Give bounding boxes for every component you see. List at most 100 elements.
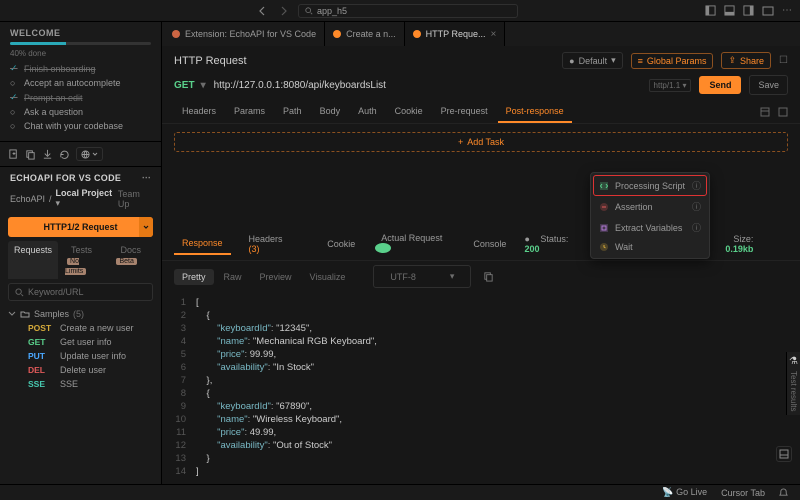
tab-docs[interactable]: Docs Beta [108, 241, 153, 279]
response-body[interactable]: 1[2 {3 "keyboardId": "12345",4 "name": "… [162, 292, 800, 482]
left-panel: WELCOME 40% done ✓Finish onboarding ○Acc… [0, 22, 162, 484]
folder-row[interactable]: Samples (5) [6, 307, 155, 321]
team-up-link[interactable]: Team Up [118, 189, 151, 209]
tab-requests[interactable]: Requests [8, 241, 58, 279]
welcome-item[interactable]: ○Accept an autocomplete [10, 76, 151, 90]
proto-select[interactable]: http/1.1 ▾ [649, 79, 692, 92]
more-icon[interactable]: ⋯ [782, 5, 792, 16]
global-params-button[interactable]: ≡ Global Params [631, 53, 714, 69]
nav-forward-icon[interactable] [278, 6, 288, 16]
nav-back-icon[interactable] [258, 6, 268, 16]
menu-processing-script[interactable]: Processing Scriptⓘ [593, 175, 707, 196]
tab-pre-request[interactable]: Pre-request [433, 101, 496, 123]
menu-extract-variables[interactable]: Extract Variablesⓘ [593, 217, 707, 238]
assert-icon [599, 202, 609, 212]
view-preview[interactable]: Preview [252, 269, 300, 285]
list-item[interactable]: POSTCreate a new user [6, 321, 155, 335]
layout-primary-side-icon[interactable] [705, 5, 716, 16]
customize-layout-icon[interactable] [762, 6, 774, 16]
menu-wait[interactable]: Wait [593, 238, 707, 256]
statusbar: 📡 Go Live Cursor Tab [0, 484, 800, 500]
statusbar-golive[interactable]: 📡 Go Live [662, 487, 707, 498]
list-item[interactable]: GETGet user info [6, 335, 155, 349]
bookmark-icon[interactable]: ☐ [779, 55, 788, 66]
recycle-icon[interactable] [59, 149, 70, 160]
statusbar-cursor-tab[interactable]: Cursor Tab [721, 488, 765, 498]
default-env-dropdown[interactable]: ● Default ▾ [562, 52, 623, 69]
menu-assertion[interactable]: Assertionⓘ [593, 196, 707, 217]
response-status: ● Status: 200 [516, 229, 589, 259]
tab-cookie[interactable]: Cookie [387, 101, 431, 123]
layout-panel-icon[interactable] [724, 5, 735, 16]
view-pretty[interactable]: Pretty [174, 269, 214, 285]
welcome-progress-label: 40% done [10, 49, 151, 58]
help-icon[interactable]: ⓘ [692, 179, 701, 192]
chevron-down-icon: ▾ [442, 268, 463, 285]
editor-tab[interactable]: Extension: EchoAPI for VS Code [164, 22, 325, 46]
tab-tests[interactable]: Tests No Limits [59, 241, 107, 279]
tab-post-response[interactable]: Post-response [498, 101, 572, 123]
editor-tab[interactable]: Create a n... [325, 22, 405, 46]
crumb-app[interactable]: EchoAPI [10, 194, 45, 204]
explorer-tree: Samples (5) POSTCreate a new user GETGet… [0, 305, 161, 393]
chevron-down-icon [92, 151, 98, 157]
tab-auth[interactable]: Auth [350, 101, 385, 123]
tab-actual-request[interactable]: Actual Request [365, 228, 463, 260]
welcome-item[interactable]: ✓Finish onboarding [10, 61, 151, 76]
explorer-search[interactable]: Keyword/URL [8, 283, 153, 301]
copy-icon[interactable] [483, 271, 494, 282]
layout-toggle-button[interactable] [776, 446, 792, 462]
titlebar: app_h5 ⋯ [0, 0, 800, 22]
globe-icon [81, 150, 90, 159]
editor-tab[interactable]: HTTP Reque...× [405, 22, 506, 46]
welcome-item[interactable]: ○Chat with your codebase [10, 119, 151, 133]
command-center[interactable]: app_h5 [298, 4, 518, 18]
tab-headers[interactable]: Headers [174, 101, 224, 123]
close-icon[interactable]: × [490, 29, 496, 40]
method-select[interactable]: GET▾ [174, 80, 206, 91]
list-item[interactable]: SSESSE [6, 377, 155, 391]
wait-icon [599, 242, 609, 252]
bell-icon[interactable] [779, 488, 788, 497]
send-button[interactable]: Send [699, 76, 741, 94]
save-button[interactable]: Save [749, 75, 788, 95]
tab-params[interactable]: Params [226, 101, 273, 123]
tab-console[interactable]: Console [465, 234, 514, 254]
explorer-title: ECHOAPI FOR VS CODE [10, 173, 121, 183]
side-dock[interactable]: ⚗ Test results [786, 352, 800, 415]
side-dock-label: Test results [789, 371, 798, 411]
chevron-down-icon [8, 310, 16, 318]
share-button[interactable]: ⇪ Share [721, 52, 771, 69]
url-input[interactable]: http://127.0.0.1:8080/api/keyboardsList [214, 80, 641, 91]
add-task-button[interactable]: + Add Task [174, 132, 788, 152]
search-icon [15, 288, 24, 297]
tab-body[interactable]: Body [312, 101, 349, 123]
welcome-item[interactable]: ○Ask a question [10, 105, 151, 119]
tab-resp-headers[interactable]: Headers (3) [233, 229, 318, 259]
expand-icon[interactable] [778, 107, 788, 117]
layout-secondary-side-icon[interactable] [743, 5, 754, 16]
help-icon[interactable]: ⓘ [692, 200, 701, 213]
env-dropdown[interactable] [76, 147, 103, 161]
more-icon[interactable]: ⋯ [142, 172, 151, 183]
view-visualize[interactable]: Visualize [302, 269, 354, 285]
welcome-section: WELCOME 40% done ✓Finish onboarding ○Acc… [0, 22, 161, 142]
import-icon[interactable] [42, 149, 53, 160]
collapse-icon[interactable] [760, 107, 770, 117]
view-raw[interactable]: Raw [216, 269, 250, 285]
command-center-text: app_h5 [317, 6, 347, 16]
new-request-dropdown[interactable] [139, 217, 153, 237]
crumb-project[interactable]: Local Project ▾ [56, 188, 114, 209]
tab-resp-cookie[interactable]: Cookie [319, 234, 363, 254]
new-request-button[interactable]: HTTP1/2 Request [8, 217, 153, 237]
welcome-item[interactable]: ✓Prompt an edit [10, 90, 151, 105]
new-file-icon[interactable] [8, 149, 19, 160]
beaker-icon: ⚗ [789, 356, 798, 367]
list-item[interactable]: DELDelete user [6, 363, 155, 377]
encoding-select[interactable]: UTF-8▾ [373, 265, 471, 288]
tab-response[interactable]: Response [174, 233, 231, 255]
copy-icon[interactable] [25, 149, 36, 160]
list-item[interactable]: PUTUpdate user info [6, 349, 155, 363]
help-icon[interactable]: ⓘ [692, 221, 701, 234]
tab-path[interactable]: Path [275, 101, 310, 123]
